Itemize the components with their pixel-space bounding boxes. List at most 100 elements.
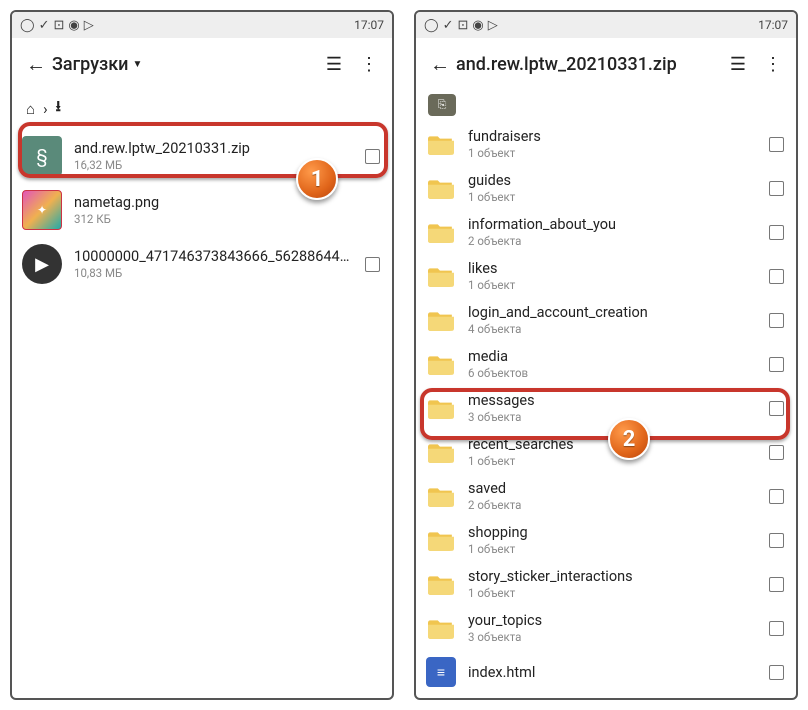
title-text: Загрузки	[52, 54, 128, 75]
status-bar: ◯ ✓ ⊡ ◉ ▷ 17:07	[12, 12, 392, 38]
opera-icon: ◯	[424, 18, 439, 33]
app-bar: ← Загрузки ▼ ☰ ⋮	[12, 38, 392, 90]
folder-name: guides	[468, 172, 761, 189]
folder-name: media	[468, 348, 761, 365]
status-icons-left: ◯ ✓ ⊡ ◉ ▷	[424, 18, 498, 33]
folder-count: 6 объектов	[468, 366, 761, 380]
folder-list: fundraisers 1 объект guides 1 объект inf…	[416, 122, 796, 694]
play-icon: ▷	[84, 18, 94, 33]
file-row-img[interactable]: ✦ nametag.png 312 КБ	[12, 183, 392, 237]
folder-row[interactable]: recent_searches 1 объект	[416, 430, 796, 474]
checkbox[interactable]	[769, 577, 784, 592]
checkbox[interactable]	[769, 445, 784, 460]
folder-icon	[426, 129, 456, 159]
folder-count: 3 объекта	[468, 630, 761, 644]
folder-row[interactable]: your_topics 3 объекта	[416, 606, 796, 650]
folder-count: 1 объект	[468, 146, 761, 160]
folder-row[interactable]: likes 1 объект	[416, 254, 796, 298]
folder-icon	[426, 437, 456, 467]
file-size: 10,83 МБ	[74, 266, 357, 280]
file-name: index.html	[468, 664, 761, 681]
shazam-icon: ◉	[472, 18, 483, 33]
folder-count: 1 объект	[468, 454, 761, 468]
home-icon[interactable]: ⌂	[26, 100, 35, 118]
file-size: 312 КБ	[74, 212, 380, 226]
checkbox[interactable]	[769, 401, 784, 416]
folder-name: shopping	[468, 524, 761, 541]
phone-left: ◯ ✓ ⊡ ◉ ▷ 17:07 ← Загрузки ▼ ☰ ⋮ ⌂ › ⭳ §…	[10, 10, 394, 700]
image-icon: ✦	[22, 190, 62, 230]
title-text: and.rew.lptw_20210331.zip	[456, 54, 677, 75]
checkbox[interactable]	[769, 489, 784, 504]
folder-row[interactable]: saved 2 объекта	[416, 474, 796, 518]
back-button[interactable]: ←	[20, 52, 52, 77]
file-list: § and.rew.lptw_20210331.zip 16,32 МБ ✦ n…	[12, 129, 392, 291]
checkbox[interactable]	[769, 181, 784, 196]
folder-row[interactable]: shopping 1 объект	[416, 518, 796, 562]
folder-name: messages	[468, 392, 761, 409]
dropdown-icon: ▼	[132, 59, 142, 70]
more-icon[interactable]: ⋮	[360, 54, 378, 75]
checkbox[interactable]	[769, 269, 784, 284]
checkbox[interactable]	[769, 665, 784, 680]
breadcrumb[interactable]: ⌂ › ⭳	[12, 90, 392, 129]
file-row-vid[interactable]: ▶ 10000000_471746373843666_5628864451922…	[12, 237, 392, 291]
check-icon: ✓	[39, 18, 50, 33]
status-icons-left: ◯ ✓ ⊡ ◉ ▷	[20, 18, 94, 33]
checkbox[interactable]	[365, 257, 380, 272]
folder-icon	[426, 481, 456, 511]
checkbox[interactable]	[769, 357, 784, 372]
folder-name: likes	[468, 260, 761, 277]
clock: 17:07	[354, 18, 384, 32]
folder-row[interactable]: guides 1 объект	[416, 166, 796, 210]
back-button[interactable]: ←	[424, 52, 456, 77]
shazam-icon: ◉	[68, 18, 79, 33]
folder-count: 4 объекта	[468, 322, 761, 336]
download-icon: ⊡	[53, 18, 64, 33]
folder-row[interactable]: login_and_account_creation 4 объекта	[416, 298, 796, 342]
file-name: nametag.png	[74, 194, 380, 211]
checkbox[interactable]	[769, 621, 784, 636]
page-title: and.rew.lptw_20210331.zip	[456, 54, 730, 75]
folder-name: fundraisers	[468, 128, 761, 145]
extract-button[interactable]: ⎘	[428, 94, 456, 116]
checkbox[interactable]	[365, 149, 380, 164]
folder-count: 1 объект	[468, 542, 761, 556]
file-name: 10000000_471746373843666_562886445192238…	[74, 248, 357, 265]
folder-row[interactable]: messages 3 объекта	[416, 386, 796, 430]
download-crumb-icon[interactable]: ⭳	[56, 96, 61, 121]
folder-row[interactable]: media 6 объектов	[416, 342, 796, 386]
folder-icon	[426, 525, 456, 555]
chevron-icon: ›	[43, 100, 48, 118]
folder-icon	[426, 305, 456, 335]
opera-icon: ◯	[20, 18, 35, 33]
file-row-html[interactable]: ≡ index.html	[416, 650, 796, 694]
folder-icon	[426, 217, 456, 247]
check-icon: ✓	[443, 18, 454, 33]
checkbox[interactable]	[769, 313, 784, 328]
folder-row[interactable]: story_sticker_interactions 1 объект	[416, 562, 796, 606]
app-bar: ← and.rew.lptw_20210331.zip ☰ ⋮	[416, 38, 796, 90]
checkbox[interactable]	[769, 137, 784, 152]
folder-icon	[426, 393, 456, 423]
list-view-icon[interactable]: ☰	[326, 54, 342, 75]
file-name: and.rew.lptw_20210331.zip	[74, 140, 357, 157]
status-bar: ◯ ✓ ⊡ ◉ ▷ 17:07	[416, 12, 796, 38]
list-view-icon[interactable]: ☰	[730, 54, 746, 75]
folder-count: 2 объекта	[468, 234, 761, 248]
checkbox[interactable]	[769, 225, 784, 240]
folder-row[interactable]: fundraisers 1 объект	[416, 122, 796, 166]
folder-name: saved	[468, 480, 761, 497]
callout-badge-2: 2	[608, 418, 650, 460]
folder-row[interactable]: information_about_you 2 объекта	[416, 210, 796, 254]
zip-icon: §	[22, 136, 62, 176]
download-icon: ⊡	[457, 18, 468, 33]
folder-icon	[426, 613, 456, 643]
html-icon: ≡	[426, 657, 456, 687]
more-icon[interactable]: ⋮	[764, 54, 782, 75]
phone-right: ◯ ✓ ⊡ ◉ ▷ 17:07 ← and.rew.lptw_20210331.…	[414, 10, 798, 700]
folder-count: 1 объект	[468, 586, 761, 600]
folder-icon	[426, 173, 456, 203]
page-title[interactable]: Загрузки ▼	[52, 54, 326, 75]
checkbox[interactable]	[769, 533, 784, 548]
